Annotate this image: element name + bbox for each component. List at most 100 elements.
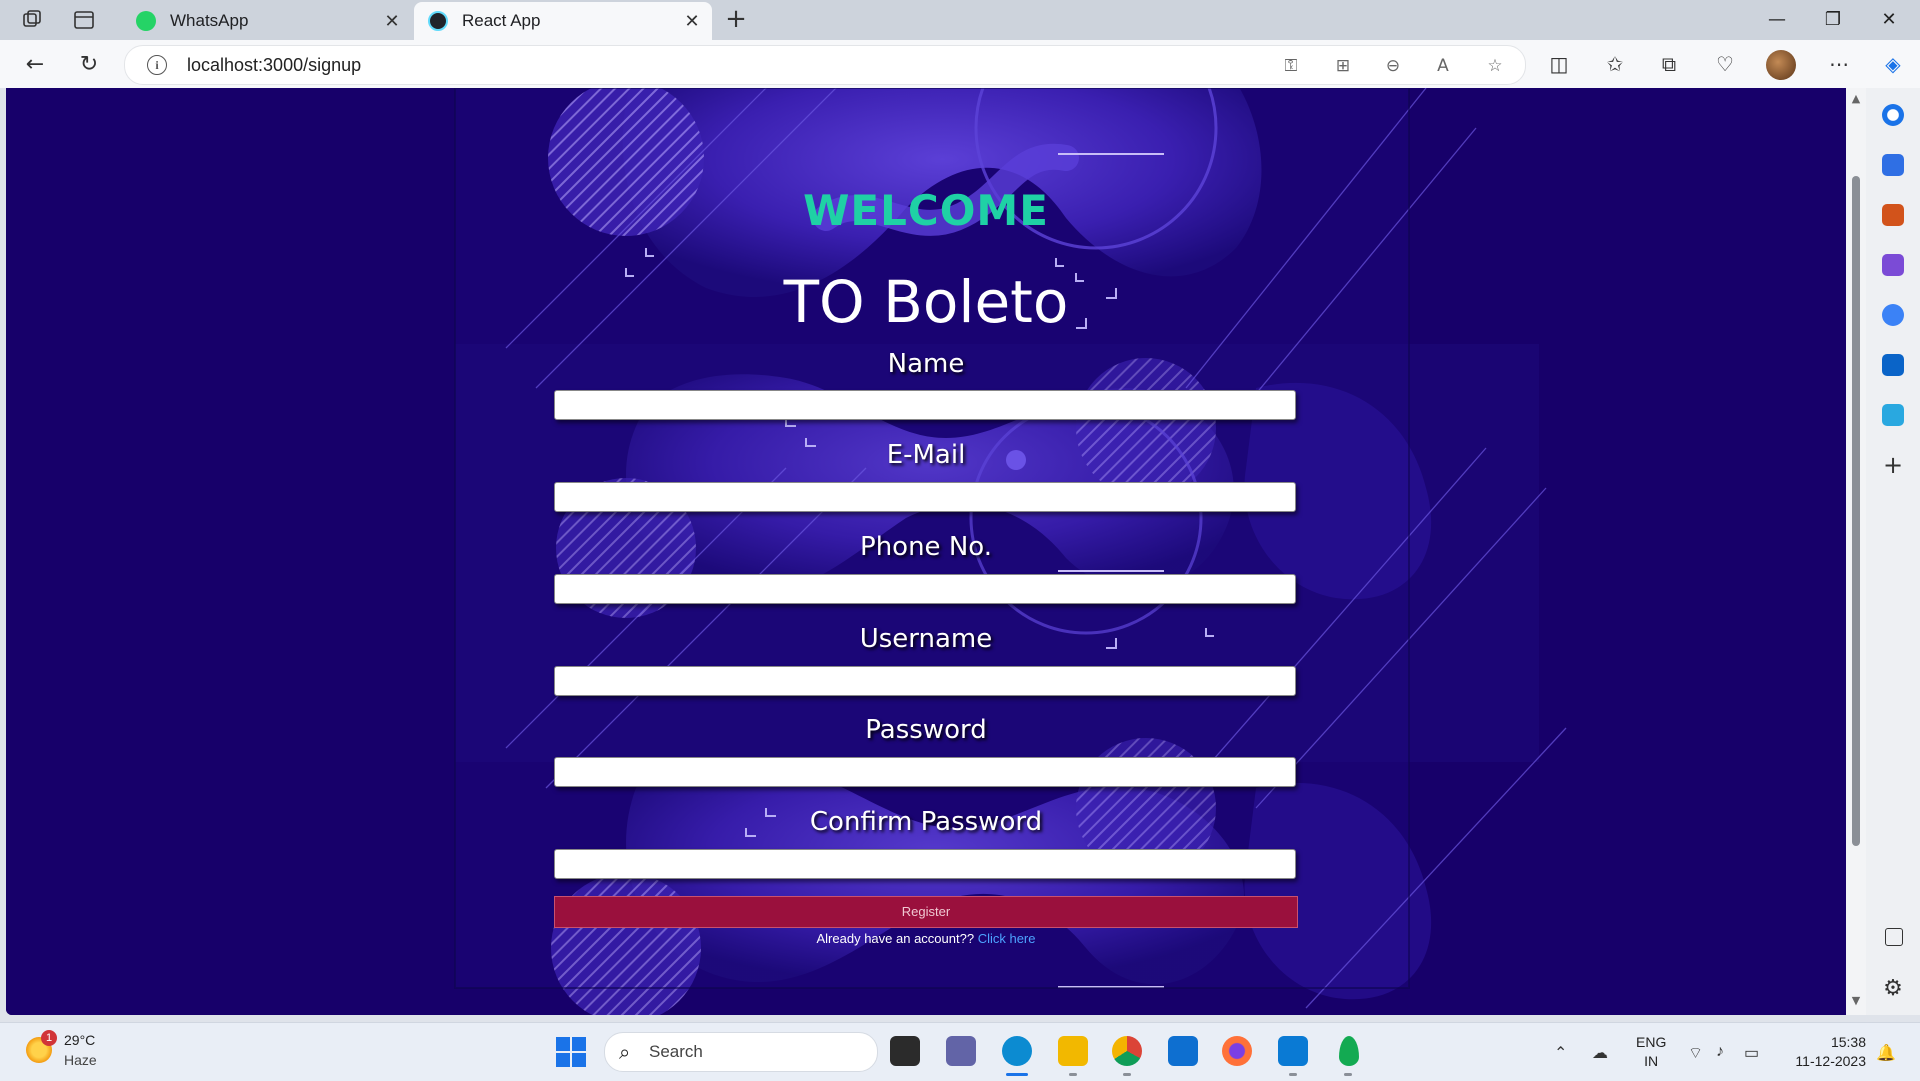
firefox-icon[interactable] — [1222, 1036, 1252, 1066]
address-bar[interactable]: i localhost:3000/signup ⚿ ⊞ ⊖ A ☆ — [124, 45, 1526, 85]
wifi-icon[interactable]: ⌔ — [1688, 1043, 1703, 1063]
password-label: Password — [865, 715, 987, 745]
tab-title: React App — [462, 11, 541, 30]
login-prompt: Already have an account?? Click here — [6, 931, 1846, 946]
edge-icon[interactable] — [1002, 1036, 1032, 1066]
close-tab-icon[interactable]: ✕ — [382, 11, 402, 32]
show-hidden-icons[interactable]: ⌃ — [1554, 1043, 1567, 1063]
username-label: Username — [859, 624, 993, 654]
mongodb-compass-icon[interactable] — [1339, 1036, 1359, 1066]
name-input[interactable] — [554, 390, 1296, 420]
whatsapp-icon — [136, 11, 156, 31]
workspaces-icon[interactable] — [20, 8, 44, 32]
favorites-icon[interactable]: ✩ — [1602, 51, 1628, 77]
minimize-button[interactable]: — — [1752, 6, 1802, 34]
favorite-star-icon[interactable]: ☆ — [1485, 56, 1505, 76]
welcome-heading: WELCOME — [803, 186, 1049, 235]
restore-button[interactable]: ❐ — [1808, 6, 1858, 34]
split-screen-icon[interactable]: ◫ — [1546, 51, 1572, 77]
clock-time: 15:38 — [1830, 1034, 1866, 1050]
phone-label: Phone No. — [860, 532, 992, 562]
app-indicator — [1123, 1073, 1131, 1076]
hide-sidebar-icon[interactable] — [1885, 928, 1903, 946]
back-button[interactable]: ← — [20, 50, 50, 80]
sidebar-settings-icon[interactable]: ⚙ — [1882, 978, 1904, 1000]
weather-badge: 1 — [41, 1030, 57, 1046]
chrome-icon[interactable] — [1112, 1036, 1142, 1066]
email-label: E-Mail — [886, 440, 966, 470]
language-code: ENG — [1636, 1034, 1667, 1050]
phone-input[interactable] — [554, 574, 1296, 604]
add-sidebar-app-icon[interactable]: + — [1882, 453, 1904, 477]
login-link[interactable]: Click here — [978, 931, 1036, 946]
tab-react-app[interactable]: React App ✕ — [414, 2, 712, 40]
drop-icon[interactable] — [1882, 404, 1904, 426]
scroll-up-icon[interactable]: ▲ — [1849, 92, 1863, 105]
new-tab-button[interactable]: + — [722, 6, 750, 34]
microsoft-store-icon[interactable] — [1168, 1036, 1198, 1066]
page-title: TO Boleto — [783, 268, 1069, 336]
browser-toolbar: ← ↻ i localhost:3000/signup ⚿ ⊞ ⊖ A ☆ ◫ … — [0, 40, 1920, 88]
browser-tab-strip: WhatsApp ✕ React App ✕ + — ❐ ✕ — [0, 0, 1920, 40]
notifications-bell-icon[interactable]: 🔔 — [1876, 1043, 1896, 1063]
app-indicator — [1344, 1073, 1352, 1076]
tab-whatsapp[interactable]: WhatsApp ✕ — [122, 2, 412, 40]
weather-temperature[interactable]: 29°C — [64, 1032, 95, 1048]
volume-icon[interactable]: ♪ — [1716, 1043, 1724, 1061]
react-icon — [428, 11, 448, 31]
name-label: Name — [887, 349, 965, 379]
zoom-icon[interactable]: ⊖ — [1383, 56, 1403, 76]
register-button[interactable]: Register — [554, 896, 1298, 928]
tab-actions-icon[interactable] — [72, 8, 96, 32]
close-window-button[interactable]: ✕ — [1864, 6, 1914, 34]
language-indicator[interactable]: ENG IN — [1636, 1033, 1666, 1071]
scroll-thumb[interactable] — [1852, 176, 1860, 846]
browser-essentials-icon[interactable]: ♡ — [1712, 51, 1738, 77]
windows-taskbar: 1 29°C Haze ⌕ Search ⌃ ☁ ENG IN ⌔ ♪ ▭ 15… — [0, 1022, 1920, 1081]
shopping-tag-icon[interactable] — [1882, 154, 1904, 176]
search-icon[interactable] — [1882, 104, 1904, 126]
app-indicator — [1289, 1073, 1297, 1076]
active-app-indicator — [1006, 1073, 1028, 1076]
tools-icon[interactable] — [1882, 204, 1904, 226]
site-info-icon[interactable]: i — [147, 55, 167, 75]
page-scrollbar[interactable]: ▲ ▼ — [1846, 88, 1866, 1015]
battery-icon[interactable]: ▭ — [1744, 1043, 1759, 1063]
search-placeholder: Search — [649, 1042, 703, 1061]
confirm-password-label: Confirm Password — [809, 807, 1043, 837]
copilot-icon[interactable]: ◈ — [1880, 51, 1906, 77]
scroll-down-icon[interactable]: ▼ — [1849, 994, 1863, 1007]
system-clock[interactable]: 15:38 11-12-2023 — [1786, 1033, 1866, 1071]
games-icon[interactable] — [1882, 254, 1904, 276]
email-input[interactable] — [554, 482, 1296, 512]
search-icon: ⌕ — [619, 1040, 631, 1064]
collections-icon[interactable]: ⧉ — [1656, 51, 1682, 77]
outlook-icon[interactable] — [1882, 354, 1904, 376]
edge-sidebar: + ⚙ — [1866, 88, 1920, 1015]
more-menu-icon[interactable]: ⋯ — [1826, 51, 1852, 77]
file-explorer-icon[interactable] — [1058, 1036, 1088, 1066]
tab-title: WhatsApp — [170, 11, 249, 30]
taskbar-search[interactable]: ⌕ Search — [604, 1032, 878, 1072]
start-button[interactable] — [556, 1037, 586, 1067]
onedrive-icon[interactable]: ☁ — [1592, 1043, 1608, 1063]
task-view-icon[interactable] — [890, 1036, 920, 1066]
url-text[interactable]: localhost:3000/signup — [187, 55, 361, 76]
close-tab-icon[interactable]: ✕ — [682, 11, 702, 32]
teams-icon[interactable] — [946, 1036, 976, 1066]
weather-description[interactable]: Haze — [64, 1052, 97, 1068]
clock-date: 11-12-2023 — [1795, 1053, 1866, 1069]
confirm-password-input[interactable] — [554, 849, 1296, 879]
page-viewport: WELCOME TO Boleto Name E-Mail Phone No. … — [6, 88, 1846, 1015]
refresh-button[interactable]: ↻ — [74, 50, 104, 80]
vscode-icon[interactable] — [1278, 1036, 1308, 1066]
region-code: IN — [1644, 1053, 1659, 1069]
password-input[interactable] — [554, 757, 1296, 787]
app-available-icon[interactable]: ⊞ — [1333, 56, 1353, 76]
read-aloud-icon[interactable]: A — [1433, 56, 1453, 76]
profile-avatar[interactable] — [1766, 50, 1796, 80]
microsoft365-icon[interactable] — [1882, 304, 1904, 326]
username-input[interactable] — [554, 666, 1296, 696]
key-icon[interactable]: ⚿ — [1281, 56, 1301, 76]
app-indicator — [1069, 1073, 1077, 1076]
